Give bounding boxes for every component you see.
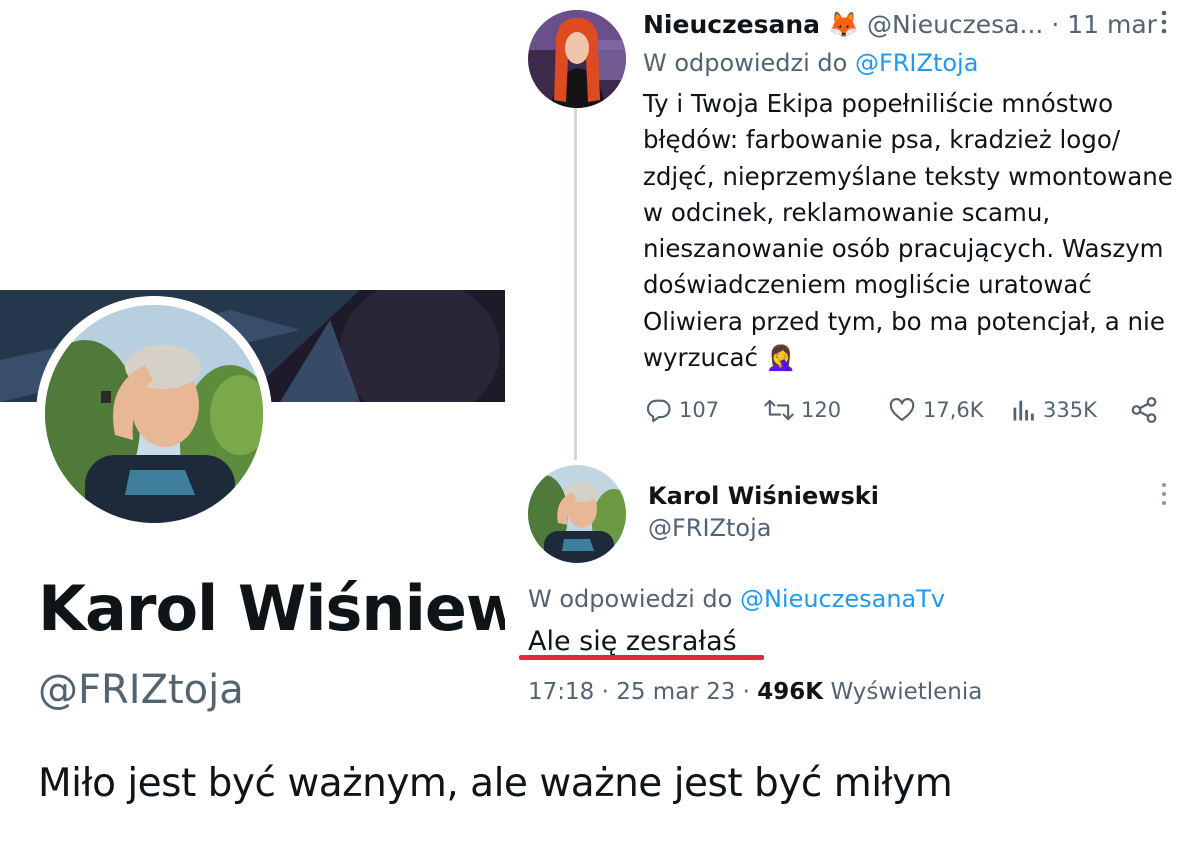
reply-author-handle[interactable]: @Nieuczesa... (867, 10, 1043, 39)
retweet-icon (764, 399, 794, 421)
main-author-name[interactable]: Karol Wiśniewski (648, 480, 879, 512)
red-underline-annotation (519, 655, 764, 660)
main-tweet-meta: 17:18 · 25 mar 23 · 496K Wyświetlenia (528, 674, 982, 710)
avatar-photo (528, 465, 626, 563)
tweet-views-label: Wyświetlenia (830, 679, 983, 705)
reply-context: W odpowiedzi do @FRIZtoja (643, 46, 978, 80)
more-icon[interactable] (1156, 480, 1172, 510)
tweet-text-line: zdjęć, nieprzemyślane teksty wmontowane (643, 161, 1173, 191)
separator: · (601, 679, 609, 705)
avatar-photo (528, 10, 626, 108)
reply-mention-link[interactable]: @FRIZtoja (855, 49, 978, 77)
profile-avatar[interactable] (36, 296, 272, 532)
tweet-text-line: doświadczeniem mogliście uratować (643, 270, 1092, 300)
reply-button[interactable]: 107 (645, 392, 719, 428)
profile-display-name: Karol Wiśniew (38, 574, 505, 644)
retweet-count: 120 (801, 398, 842, 422)
thread-connector-line (574, 108, 577, 460)
tweet-text-line: nieszanowanie osób pracujących. Waszym (643, 234, 1164, 264)
like-count: 17,6K (923, 398, 984, 422)
views-button[interactable]: 335K (1011, 392, 1097, 428)
reply-header: Nieuczesana 🦊 @Nieuczesa... · 11 mar (643, 8, 1157, 42)
reply-date[interactable]: 11 mar (1067, 10, 1157, 39)
main-reply-context: W odpowiedzi do @NieuczesanaTv (528, 582, 945, 616)
tweet-text-line: wyrzucać 🤦‍♀️ (643, 343, 797, 373)
tweet-text-line: w odcinek, reklamowanie scamu, (643, 197, 1051, 227)
retweet-button[interactable]: 120 (763, 392, 841, 428)
tweet-text-line: Oliwiera przed tym, bo ma potencjał, a n… (643, 306, 1165, 336)
main-author-avatar[interactable] (528, 465, 626, 563)
tweet-text-line: błędów: farbowanie psa, kradzież logo/ (643, 125, 1121, 155)
reply-icon (646, 399, 671, 423)
more-icon[interactable] (1156, 8, 1172, 38)
views-count: 335K (1043, 398, 1097, 422)
reply-tweet-text: Ty i Twoja Ekipa popełniliście mnóstwo b… (643, 86, 1183, 376)
like-button[interactable]: 17,6K (887, 392, 984, 428)
tweet-views-count: 496K (757, 679, 824, 705)
reply-prefix: W odpowiedzi do (643, 49, 848, 77)
share-button[interactable] (1129, 392, 1165, 428)
tweet-date[interactable]: 25 mar 23 (616, 679, 735, 705)
reply-mention-link[interactable]: @NieuczesanaTv (740, 585, 945, 613)
fox-emoji: 🦊 (827, 10, 860, 39)
tweet-time[interactable]: 17:18 (528, 679, 594, 705)
views-icon (1013, 400, 1034, 421)
avatar-photo (45, 305, 263, 523)
reply-action-bar: 107 120 17,6K 335K (645, 392, 1165, 428)
reply-author-avatar[interactable] (528, 10, 626, 108)
profile-bio: Miło jest być ważnym, ale ważne jest być… (38, 761, 953, 806)
main-author-handle[interactable]: @FRIZtoja (648, 512, 771, 544)
separator: · (742, 679, 750, 705)
reply-author-name[interactable]: Nieuczesana (643, 10, 820, 39)
profile-handle: @FRIZtoja (38, 667, 244, 713)
like-icon (889, 398, 915, 421)
tweet-text-line: Ty i Twoja Ekipa popełniliście mnóstwo (643, 89, 1114, 118)
reply-prefix: W odpowiedzi do (528, 585, 733, 613)
reply-count: 107 (679, 398, 720, 422)
separator: · (1051, 10, 1060, 39)
share-icon (1131, 397, 1157, 423)
